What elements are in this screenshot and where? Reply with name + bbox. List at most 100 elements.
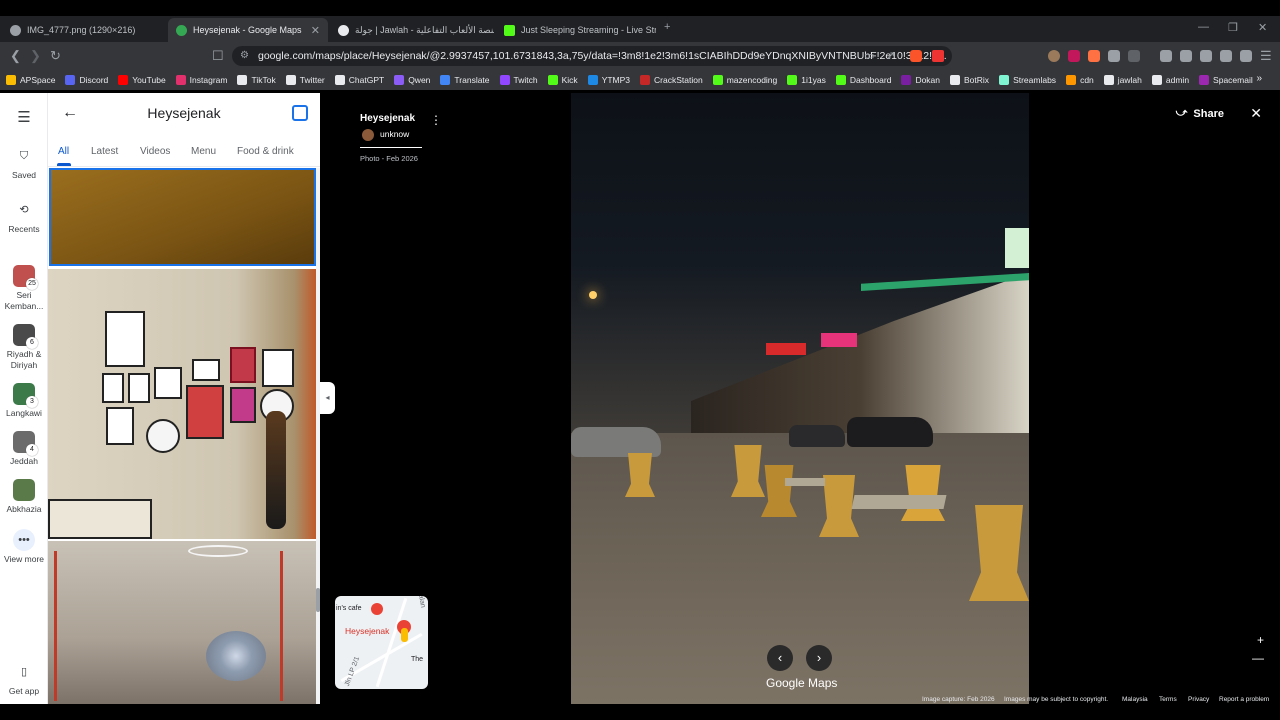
bookmark-spacemail[interactable]: Spacemail [1199, 75, 1253, 85]
close-tab-icon[interactable]: ✕ [311, 24, 320, 37]
bookmark-dokan[interactable]: Dokan [901, 75, 940, 85]
footer-privacy-link[interactable]: Privacy [1188, 696, 1209, 703]
recent-trip-langkawi[interactable]: 3 Langkawi [0, 383, 48, 419]
extension-icon[interactable] [1068, 50, 1080, 62]
address-bar[interactable]: ⚙ google.com/maps/place/Heysejenak/@2.99… [232, 46, 952, 66]
bookmark-ytmp3[interactable]: YTMP3 [587, 75, 630, 85]
recents-button[interactable]: ⟲ Recents [0, 199, 48, 235]
reload-icon[interactable]: ↻ [50, 48, 61, 64]
bookmark-youtube[interactable]: YouTube [118, 75, 166, 85]
close-icon[interactable]: ✕ [1250, 105, 1262, 122]
back-arrow-icon[interactable]: ❮ [10, 48, 21, 64]
bookmark-tiktok[interactable]: TikTok [237, 75, 276, 85]
collapse-panel-button[interactable]: ◂ [320, 382, 335, 414]
zoom-out-button[interactable]: — [1252, 651, 1264, 665]
more-options-icon[interactable]: ⋮ [430, 113, 442, 127]
view-more-button[interactable]: ••• View more [0, 529, 48, 565]
bookmark-instagram[interactable]: Instagram [175, 75, 227, 85]
brave-shield-icon[interactable] [910, 50, 922, 62]
ceiling-lamp [188, 545, 248, 557]
street-photo[interactable] [571, 93, 1029, 704]
map-label-jalan: Jalan [416, 596, 427, 609]
footer-country[interactable]: Malaysia [1122, 696, 1148, 703]
bookmark-apspace[interactable]: APSpace [6, 75, 55, 85]
wallet-icon[interactable] [1200, 50, 1212, 62]
user-avatar[interactable] [362, 129, 374, 141]
photo-thumbnail[interactable] [48, 541, 316, 704]
view-more-label: View more [4, 554, 44, 564]
install-icon[interactable]: ▭ [864, 48, 874, 64]
site-info-icon[interactable]: ⚙ [240, 46, 249, 66]
bookmark-qwen[interactable]: Qwen [394, 75, 430, 85]
bookmark-admin[interactable]: admin [1151, 75, 1189, 85]
get-app-button[interactable]: ▯ Get app [0, 661, 48, 697]
bookmark-label: YouTube [132, 75, 166, 85]
media-icon[interactable] [1160, 50, 1172, 62]
tab-videos[interactable]: Videos [140, 146, 170, 157]
viewer-place-name[interactable]: Heysejenak [360, 113, 415, 124]
share-button[interactable]: ⤻ Share [1176, 107, 1224, 120]
previous-photo-button[interactable]: ‹ [767, 645, 793, 671]
next-photo-button[interactable]: › [806, 645, 832, 671]
more-bookmarks-icon[interactable]: » [1256, 73, 1262, 84]
bookmark-label: TikTok [251, 75, 276, 85]
forward-arrow-icon[interactable]: ❯ [30, 48, 41, 64]
bookmark-dashboard[interactable]: Dashboard [835, 75, 891, 85]
brave-rewards-icon[interactable] [932, 50, 944, 62]
bookmark-chatgpt[interactable]: ChatGPT [334, 75, 384, 85]
extension-icon[interactable] [1088, 50, 1100, 62]
minimap[interactable]: in's cafe Jalan Heysejenak The Jln LP 2/… [335, 596, 428, 689]
extension-icon[interactable] [1048, 50, 1060, 62]
browser-tab-image[interactable]: IMG_4777.png (1290×216) [2, 18, 166, 42]
bookmark-icon[interactable]: ☐ [212, 48, 224, 64]
maps-rail: ☰ ⛉ Saved ⟲ Recents 25 Seri Kemban... 6 … [0, 93, 48, 704]
browser-tab-jawlah[interactable]: جولة | Jawlah - منصة الألعاب التفاعلية [330, 18, 494, 42]
sidebar-icon[interactable] [1180, 50, 1192, 62]
tab-all[interactable]: All [58, 146, 69, 157]
tab-food-drink[interactable]: Food & drink [237, 146, 294, 157]
bookmark-1i1yas[interactable]: 1i1yas [787, 75, 826, 85]
tab-menu[interactable]: Menu [191, 146, 216, 157]
browser-tab-google-maps[interactable]: Heysejenak - Google Maps ✕ [168, 18, 328, 42]
extensions-puzzle-icon[interactable] [1108, 50, 1120, 62]
minimize-window-icon[interactable]: — [1198, 21, 1209, 33]
cafe-marker-icon[interactable] [371, 603, 383, 615]
menu-icon[interactable]: ☰ [1260, 48, 1272, 64]
recent-trip-seri-kembangan[interactable]: 25 Seri Kemban... [0, 265, 48, 311]
divider [360, 147, 422, 148]
recent-trip-abkhazia[interactable]: Abkhazia [0, 479, 48, 515]
saved-button[interactable]: ⛉ Saved [0, 145, 48, 181]
restore-window-icon[interactable]: ❐ [1228, 21, 1238, 34]
photo-thumbnail-selected[interactable] [49, 168, 316, 266]
bookmark-mazencoding[interactable]: mazencoding [712, 75, 777, 85]
bookmark-jawlah[interactable]: jawlah [1103, 75, 1142, 85]
recent-trip-riyadh[interactable]: 6 Riyadh & Diriyah [0, 324, 48, 370]
add-photo-icon[interactable] [292, 105, 308, 121]
extension-icon[interactable] [1128, 50, 1140, 62]
bookmark-translate[interactable]: Translate [440, 75, 490, 85]
main-menu-button[interactable]: ☰ [0, 107, 48, 132]
zoom-in-button[interactable]: + [1257, 633, 1264, 647]
recent-trip-jeddah[interactable]: 4 Jeddah [0, 431, 48, 467]
close-window-icon[interactable]: ✕ [1258, 21, 1267, 34]
bookmark-discord[interactable]: Discord [65, 75, 108, 85]
leo-ai-icon[interactable] [1220, 50, 1232, 62]
bookmark-twitter[interactable]: Twitter [285, 75, 325, 85]
vpn-icon[interactable] [1240, 50, 1252, 62]
tab-latest[interactable]: Latest [91, 146, 118, 157]
footer-report-link[interactable]: Report a problem [1219, 696, 1269, 703]
bookmark-streamlabs[interactable]: Streamlabs [999, 75, 1056, 85]
bookmark-twitch[interactable]: Twitch [499, 75, 538, 85]
contributor-name[interactable]: unknow [380, 129, 409, 139]
light-sign [1005, 228, 1029, 268]
browser-tab-kick[interactable]: Just Sleeping Streaming - Live Stream [496, 18, 656, 42]
bookmark-botrix[interactable]: BotRix [950, 75, 989, 85]
new-tab-icon[interactable]: + [664, 21, 670, 33]
bookmark-cdn[interactable]: cdn [1066, 75, 1094, 85]
bookmark-favicon-icon [787, 75, 798, 85]
footer-terms-link[interactable]: Terms [1159, 696, 1177, 703]
photo-thumbnail[interactable] [48, 269, 316, 539]
bookmark-crackstation[interactable]: CrackStation [640, 75, 703, 85]
bookmark-kick[interactable]: Kick [547, 75, 578, 85]
share-page-icon[interactable]: ↗ [886, 48, 895, 64]
